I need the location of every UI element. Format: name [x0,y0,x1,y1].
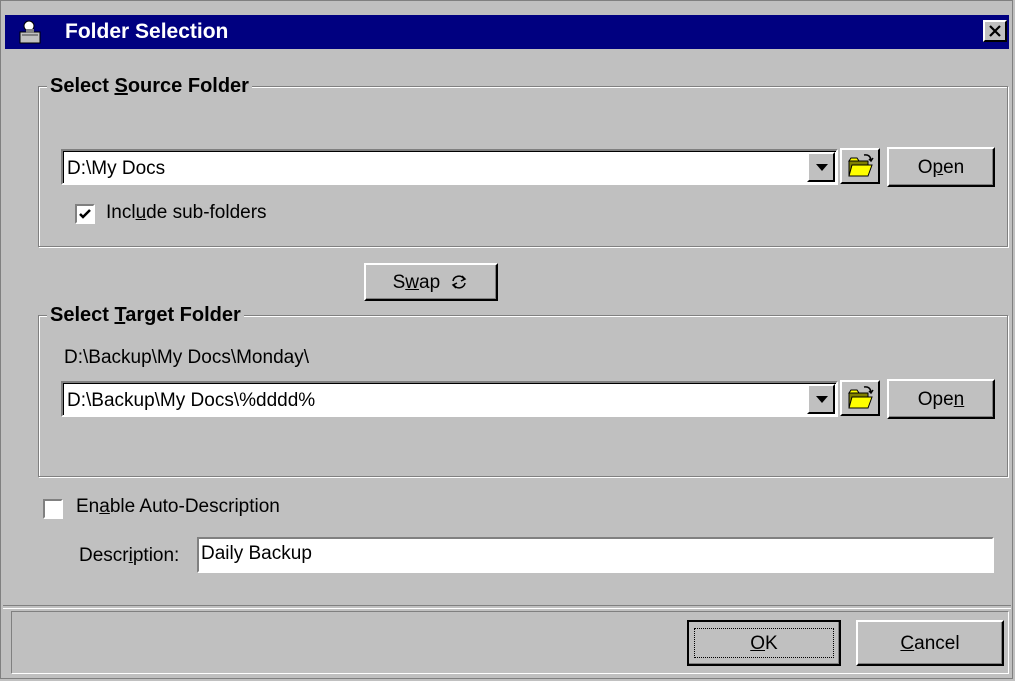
source-open-button[interactable]: Open [887,147,995,187]
description-textbox[interactable] [197,537,994,573]
source-dropdown-button[interactable] [807,152,835,182]
footer-divider [3,605,1011,609]
focus-rectangle [694,628,834,658]
title-bar[interactable]: Folder Selection [5,15,1009,49]
target-resolved-path: D:\Backup\My Docs\Monday\ [64,347,309,368]
swap-icon [452,275,467,289]
source-open-label: Open [917,157,965,178]
target-folder-combobox[interactable]: D:\Backup\My Docs\%dddd% [61,381,838,417]
include-subfolders-checkbox[interactable] [75,204,95,224]
window-title: Folder Selection [65,20,229,43]
target-dropdown-button[interactable] [807,384,835,414]
app-icon [19,20,41,44]
target-folder-value: D:\Backup\My Docs\%dddd% [67,390,316,411]
target-open-label: Open [917,389,965,410]
close-button[interactable] [983,20,1007,42]
folder-selection-dialog: Folder Selection Select Source Folder D:… [0,0,1013,679]
target-folder-legend: Select Target Folder [47,304,244,327]
ok-button[interactable]: OK [687,620,841,666]
description-label: Description: [79,545,180,566]
open-folder-icon [848,386,874,409]
target-open-button[interactable]: Open [887,379,995,419]
cancel-label: Cancel [900,633,960,654]
close-icon [989,25,1001,37]
source-folder-combobox[interactable]: D:\My Docs [61,149,838,185]
source-folder-value: D:\My Docs [67,158,166,179]
chevron-down-icon [816,164,828,171]
include-subfolders-label[interactable]: Include sub-folders [106,202,267,224]
checkmark-icon [79,209,91,219]
swap-label: Swap [392,272,441,293]
target-browse-button[interactable] [840,380,880,416]
source-browse-button[interactable] [840,148,880,184]
cancel-button[interactable]: Cancel [856,620,1004,666]
source-folder-legend: Select Source Folder [47,75,252,98]
enable-auto-description-label[interactable]: Enable Auto-Description [76,496,280,518]
chevron-down-icon [816,396,828,403]
open-folder-icon [848,154,874,177]
swap-button[interactable]: Swap [364,263,498,301]
description-input[interactable] [201,541,981,567]
enable-auto-description-checkbox[interactable] [43,499,63,519]
